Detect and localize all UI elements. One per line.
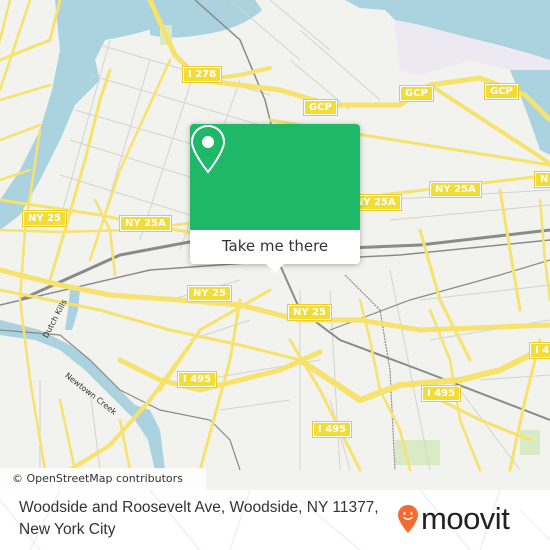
- address-line-1: Woodside and Roosevelt Ave, Woodside, NY…: [19, 499, 379, 516]
- address-text: Woodside and Roosevelt Ave, Woodside, NY…: [19, 497, 379, 541]
- park-area: [395, 440, 440, 465]
- road-shield-i495: I 495: [420, 385, 462, 402]
- address-line-2: New York City: [19, 521, 116, 538]
- road-shield-gcp: GCP: [303, 99, 338, 116]
- road-shield-ny25: NY 25: [21, 210, 68, 227]
- popup-header: [190, 124, 360, 230]
- road-shield-ny: N: [533, 171, 550, 188]
- road-shield-ny25a: NY 25A: [119, 215, 172, 232]
- destination-popup: Take me there: [190, 124, 360, 273]
- map[interactable]: I 278 GCP GCP GCP NY 25 NY 25A NY 25A NY…: [0, 0, 550, 490]
- moovit-pin-icon: [398, 505, 418, 533]
- road-shield-gcp: GCP: [484, 83, 519, 100]
- moovit-wordmark: moovit: [421, 501, 510, 536]
- road-shield-i495: I 495: [311, 421, 353, 438]
- take-me-there-button[interactable]: Take me there: [190, 230, 360, 264]
- water-dutch-kills: [65, 290, 80, 330]
- road-shield-ny25: NY 25: [186, 285, 233, 302]
- road-shield-i495: I 4: [528, 342, 550, 359]
- location-pin-icon: [190, 124, 226, 174]
- road-shield-i278: I 278: [181, 66, 223, 83]
- road-shield-ny25: NY 25: [286, 304, 333, 321]
- park-area: [520, 430, 540, 455]
- map-attribution[interactable]: © OpenStreetMap contributors: [0, 468, 206, 490]
- moovit-logo[interactable]: moovit: [397, 501, 510, 536]
- road-shield-i495: I 495: [176, 371, 218, 388]
- road-shield-ny25a: NY 25A: [429, 181, 482, 198]
- road-shield-gcp: GCP: [399, 85, 434, 102]
- popup-pointer: [266, 264, 284, 273]
